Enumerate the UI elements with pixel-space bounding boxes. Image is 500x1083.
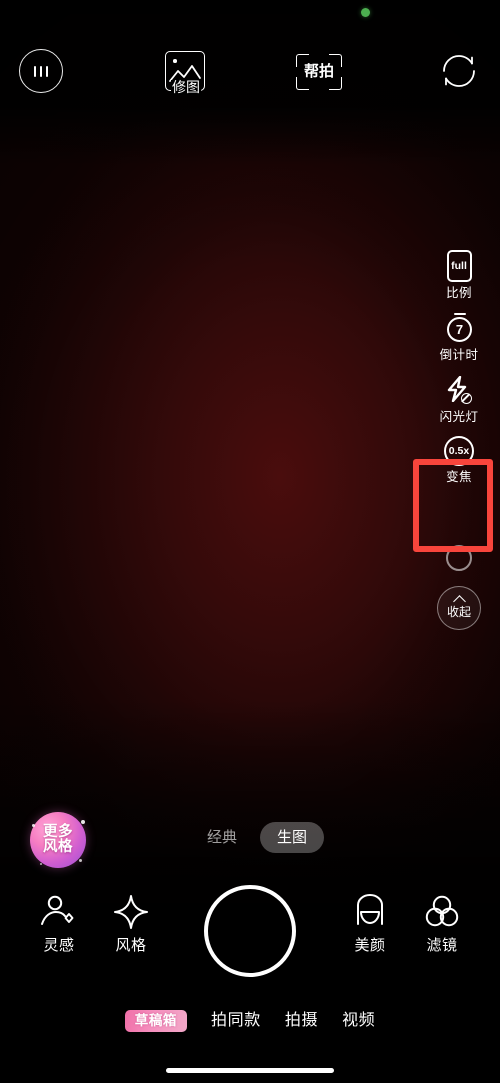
assist-label: 帮拍 (303, 63, 334, 80)
sparkle-dot-icon (81, 820, 85, 824)
countdown-label: 倒计时 (439, 348, 479, 362)
person-sparkle-icon (41, 895, 74, 925)
beauty-button[interactable]: 美颜 (335, 894, 405, 954)
flash-button[interactable]: 闪光灯 (426, 374, 492, 424)
sparkle-diamond-icon (114, 895, 148, 929)
zoom-level-icon: 0.5x (444, 436, 474, 466)
beauty-face-icon (357, 894, 383, 925)
zoom-label: 变焦 (446, 470, 472, 484)
style-button[interactable]: 风格 (96, 894, 166, 954)
more-styles-line2: 风格 (43, 839, 73, 855)
bottom-mode-tabs: 草稿箱 拍同款 拍摄 视频 (0, 1010, 500, 1032)
beauty-label: 美颜 (354, 937, 386, 954)
camera-flip-icon (443, 55, 475, 87)
photo-edit-icon: 修图 (162, 50, 208, 95)
sparkle-dot-icon (32, 824, 35, 827)
more-styles-button[interactable]: 更多 风格 (30, 812, 86, 868)
retouch-label: 修图 (171, 79, 201, 95)
style-label: 风格 (115, 937, 147, 954)
settings-sliders-icon (19, 49, 63, 93)
filter-button[interactable]: 滤镜 (407, 894, 477, 954)
shutter-button[interactable] (204, 885, 296, 977)
countdown-value: 7 (455, 322, 464, 337)
sparkle-dot-icon (79, 859, 82, 862)
zoom-value: 0.5x (448, 444, 470, 457)
sparkle-dot-icon (40, 863, 42, 865)
inspiration-button[interactable]: 灵感 (24, 894, 94, 954)
camera-privacy-indicator-dot (361, 8, 370, 17)
camera-app-screen: 修图 帮拍 full 比例 7 倒计时 闪光灯 0.5x 变焦 收起 更多 风格… (0, 0, 500, 1083)
countdown-timer-icon: 7 (444, 312, 474, 344)
collapse-rail-button[interactable]: 收起 (437, 586, 481, 630)
tab-photo[interactable]: 拍摄 (285, 1012, 318, 1030)
countdown-timer-button[interactable]: 7 倒计时 (426, 312, 492, 362)
zoom-button[interactable]: 0.5x 变焦 (426, 436, 492, 484)
aspect-ratio-button[interactable]: full 比例 (426, 250, 492, 300)
filter-label: 滤镜 (426, 937, 458, 954)
tab-same-style[interactable]: 拍同款 (211, 1012, 261, 1030)
inspiration-label: 灵感 (43, 937, 75, 954)
assist-shot-button[interactable]: 帮拍 (292, 47, 346, 97)
more-styles-line1: 更多 (43, 824, 73, 840)
settings-button[interactable] (18, 48, 64, 94)
flash-label: 闪光灯 (439, 410, 479, 424)
home-indicator-bar[interactable] (166, 1068, 334, 1073)
segment-classic[interactable]: 经典 (190, 822, 254, 853)
tab-draft-box[interactable]: 草稿箱 (124, 1010, 188, 1032)
top-toolbar: 修图 帮拍 (0, 48, 500, 104)
camera-action-row: 灵感 风格 美颜 滤镜 (0, 885, 500, 977)
camera-flip-button[interactable] (436, 48, 482, 94)
aspect-ratio-label: 比例 (446, 286, 472, 300)
tab-video[interactable]: 视频 (342, 1012, 375, 1030)
filter-circles-icon (425, 895, 459, 927)
camera-tool-rail: full 比例 7 倒计时 闪光灯 0.5x 变焦 (426, 250, 492, 496)
aspect-ratio-value: full (451, 260, 467, 272)
aspect-ratio-icon: full (446, 250, 472, 282)
rail-item-occluded[interactable] (426, 545, 492, 571)
assisted-shot-frame-icon: 帮拍 (295, 50, 343, 94)
capture-mode-segmented: 经典 生图 (190, 822, 325, 853)
flash-off-icon (444, 374, 474, 406)
segment-generate[interactable]: 生图 (260, 822, 325, 853)
retouch-button[interactable]: 修图 (158, 47, 212, 97)
occluded-circle-icon (446, 545, 472, 571)
